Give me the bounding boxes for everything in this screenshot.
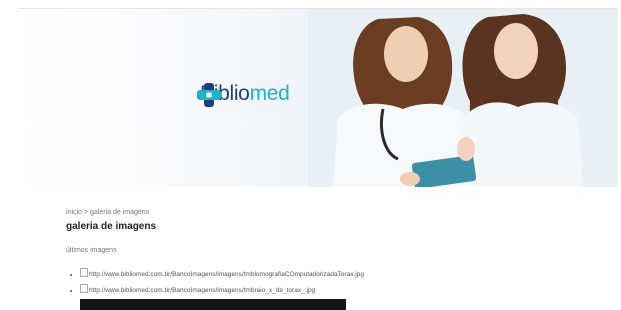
list-item[interactable]: http://www.bibliomed.com.br/BancoImagens…: [80, 268, 364, 278]
breadcrumb-home-link[interactable]: inicio: [66, 209, 82, 216]
hero-photo: [308, 9, 618, 187]
broken-image-icon: [80, 284, 88, 293]
medical-cross-icon: [197, 83, 221, 107]
page-title: galeria de imagens: [66, 221, 157, 232]
broken-image-icon: [80, 268, 88, 277]
section-label: últimos imagens: [66, 247, 117, 254]
image-thumbnail[interactable]: [80, 299, 346, 310]
breadcrumb-separator: >: [83, 209, 89, 216]
breadcrumb-current: galeria de imagens: [90, 209, 150, 216]
bibliomed-logo[interactable]: Bibliomed: [196, 82, 290, 107]
list-item[interactable]: http://www.bibliomed.com.br/BancoImagens…: [80, 284, 364, 294]
hero-banner: Bibliomed: [18, 9, 618, 187]
image-list: http://www.bibliomed.com.br/BancoImagens…: [70, 268, 364, 300]
image-alt-text: http://www.bibliomed.com.br/BancoImagens…: [89, 287, 316, 294]
breadcrumb: inicio > galeria de imagens: [66, 209, 149, 216]
image-alt-text: http://www.bibliomed.com.br/BancoImagens…: [89, 271, 364, 278]
